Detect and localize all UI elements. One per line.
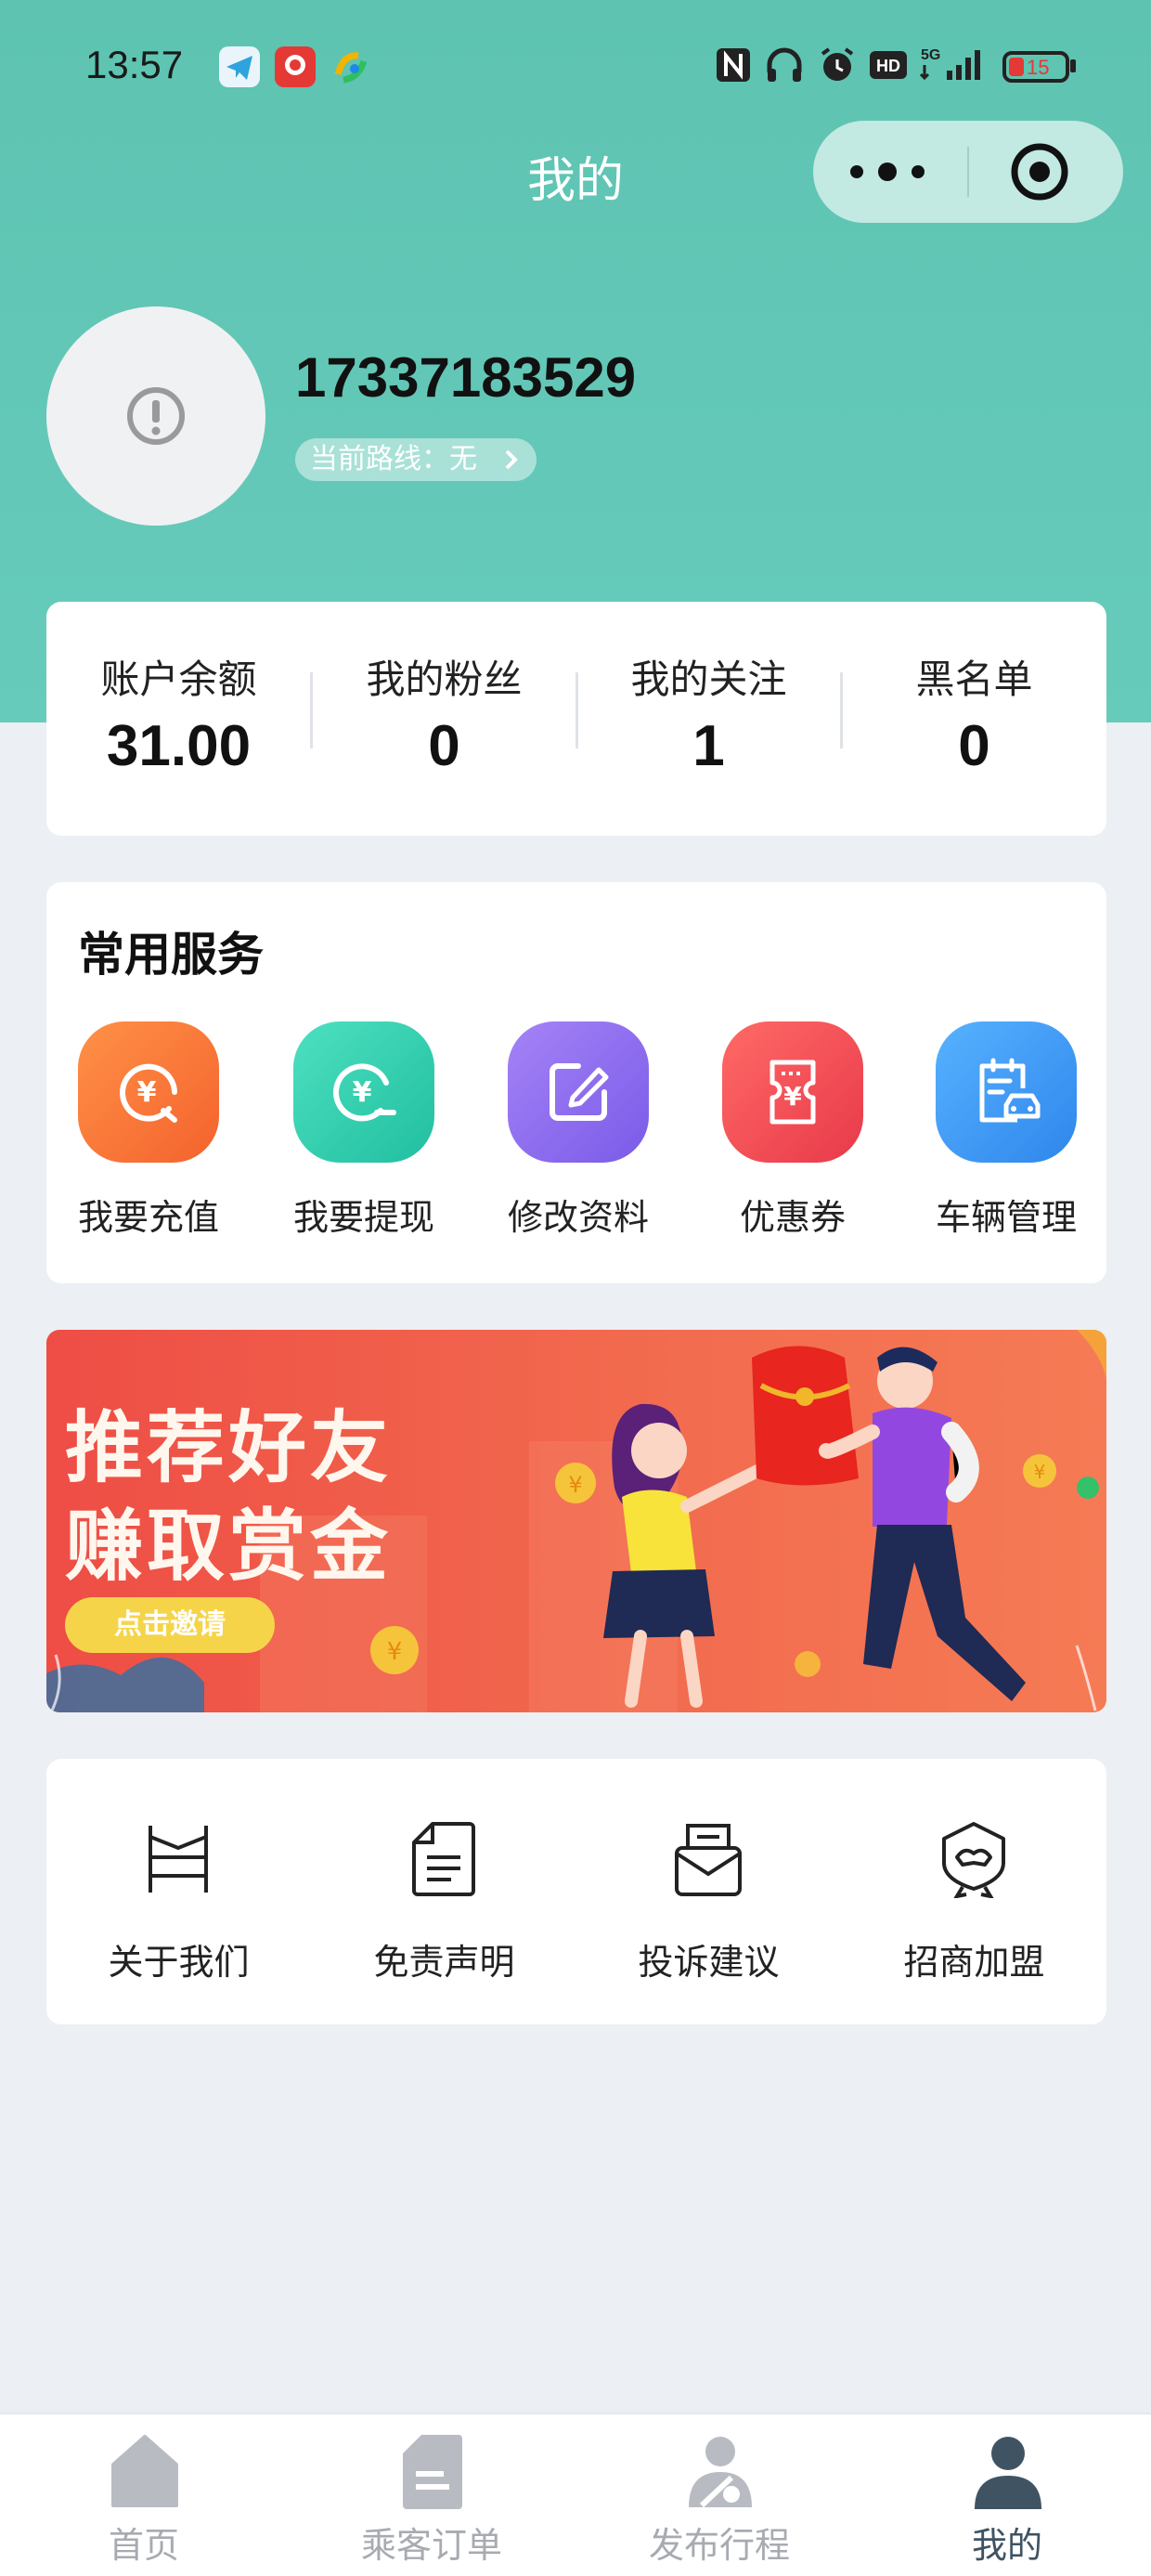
service-vehicle-management[interactable]: 车辆管理 [904,1021,1090,1244]
common-services-card: 常用服务 ¥ 我要充值 ¥ 我要提现 修改资料 ¥ 优惠券 车辆管理 [46,882,1106,1283]
stat-label: 我的粉丝 [366,657,523,702]
stat-value: 31.00 [106,714,252,778]
battery-level: 15 [1027,56,1050,79]
service-label: 修改资料 [507,1197,649,1238]
svg-text:5G: 5G [921,47,940,63]
stat-value: 0 [428,714,460,778]
edit-icon [508,1021,649,1163]
tab-label: 发布行程 [648,2525,790,2566]
service-withdraw[interactable]: ¥ 我要提现 [262,1021,447,1244]
stat-following[interactable]: 我的关注 1 [576,602,841,836]
tab-mine[interactable]: 我的 [863,2414,1151,2576]
link-label: 投诉建议 [638,1942,780,1983]
link-label: 招商加盟 [903,1942,1045,1983]
current-route-label: 当前路线：无 [310,443,477,475]
tab-publish-trip[interactable]: 发布行程 [576,2414,863,2576]
link-franchise[interactable]: 招商加盟 [842,1759,1106,2024]
partner-icon [942,1822,1005,1898]
withdraw-icon: ¥ [293,1021,434,1163]
link-disclaimer[interactable]: 免责声明 [312,1759,576,2024]
svg-text:¥: ¥ [353,1076,372,1109]
svg-text:¥: ¥ [568,1472,582,1498]
warning-icon [127,387,185,445]
service-label: 我要提现 [292,1197,434,1238]
profile-icon [975,2437,1041,2509]
stat-label: 我的关注 [630,657,787,702]
tab-passenger-orders[interactable]: 乘客订单 [288,2414,576,2576]
mini-program-capsule [813,121,1123,223]
service-label: 车辆管理 [935,1197,1077,1238]
section-title: 常用服务 [78,928,264,982]
svg-text:¥: ¥ [1034,1461,1046,1483]
app-red-icon [275,46,316,87]
vehicle-icon [936,1021,1077,1163]
current-route-pill[interactable]: 当前路线：无 [295,438,537,481]
publish-trip-icon [689,2437,752,2508]
alarm-icon [817,45,858,89]
avatar[interactable] [46,306,265,526]
stat-blacklist[interactable]: 黑名单 0 [842,602,1106,836]
home-icon [111,2435,178,2507]
close-button[interactable] [969,121,1123,223]
more-button[interactable] [813,121,967,223]
bottom-tab-bar: 首页 乘客订单 发布行程 我的 [0,2413,1151,2576]
order-icon [403,2435,462,2509]
chevron-right-icon [503,438,520,494]
mail-icon [675,1824,742,1896]
tab-label: 首页 [108,2525,179,2566]
close-target-icon [1011,143,1068,201]
user-phone: 17337183529 [295,346,637,409]
banner-headline-2: 赚取赏金 [65,1501,393,1592]
info-links-card: 关于我们 免责声明 投诉建议 招商加盟 [46,1759,1106,2024]
status-bar: 13:57 HD 5G 15 [0,0,1151,139]
svg-text:¥: ¥ [387,1638,403,1666]
telegram-icon [219,46,260,87]
document-icon [412,1822,475,1896]
link-label: 关于我们 [108,1942,250,1983]
about-icon [149,1826,208,1893]
hd-icon: HD [869,45,908,89]
banner-headline-1: 推荐好友 [65,1402,393,1493]
stat-balance[interactable]: 账户余额 31.00 [46,602,311,836]
5g-signal-icon: 5G [919,45,989,89]
tab-label: 乘客订单 [360,2525,502,2566]
tab-label: 我的 [971,2525,1042,2566]
more-icon [850,163,925,181]
service-recharge[interactable]: ¥ 我要充值 [46,1021,232,1244]
recharge-icon: ¥ [78,1021,219,1163]
svg-text:HD: HD [876,57,900,75]
stat-label: 黑名单 [915,657,1033,702]
stat-fans[interactable]: 我的粉丝 0 [312,602,576,836]
app-color-icon [330,46,371,87]
service-edit-profile[interactable]: 修改资料 [476,1021,662,1244]
status-time: 13:57 [85,43,184,86]
tab-home[interactable]: 首页 [0,2414,288,2576]
stat-label: 账户余额 [100,657,257,702]
service-coupon[interactable]: ¥ 优惠券 [691,1021,876,1244]
svg-text:¥: ¥ [137,1076,157,1109]
link-complaint[interactable]: 投诉建议 [576,1759,841,2024]
stat-value: 0 [958,714,990,778]
nfc-icon [715,45,752,89]
invite-friends-banner[interactable]: ¥ ¥ ¥ 推荐好友 赚取赏金 点击邀请 [46,1330,1106,1712]
headphones-icon [765,45,804,89]
coupon-icon: ¥ [722,1021,863,1163]
battery-icon: 15 [1002,51,1069,83]
account-stats-card: 账户余额 31.00 我的粉丝 0 我的关注 1 黑名单 0 [46,602,1106,836]
link-label: 免责声明 [373,1942,515,1983]
svg-text:¥: ¥ [783,1081,802,1112]
link-about-us[interactable]: 关于我们 [46,1759,311,2024]
service-label: 我要充值 [77,1197,219,1238]
invite-button[interactable]: 点击邀请 [65,1597,275,1653]
stat-value: 1 [692,714,725,778]
battery-tip [1070,59,1076,72]
service-label: 优惠券 [739,1197,846,1238]
